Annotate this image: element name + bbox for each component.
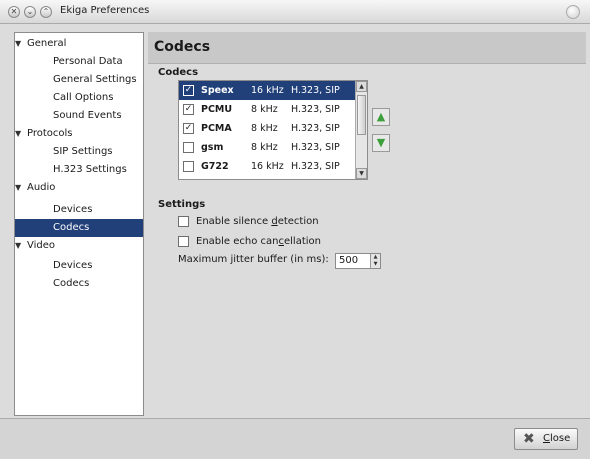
codec-enable-checkbox[interactable]: ✓ [183, 85, 194, 96]
maximize-icon[interactable]: ⌃ [40, 6, 52, 18]
codec-row[interactable]: gsm 8 kHz H.323, SIP [179, 138, 355, 157]
settings-section-title: Settings [158, 199, 206, 210]
tree-item-sound-events[interactable]: Sound Events [15, 107, 143, 125]
tree-item-audio-devices[interactable]: Devices [15, 201, 143, 219]
scrollbar-thumb[interactable] [357, 95, 366, 135]
minimize-icon[interactable]: ⌄ [24, 6, 36, 18]
codec-row[interactable]: G722 16 kHz H.323, SIP [179, 157, 355, 176]
arrow-down-icon: ▼ [376, 136, 386, 149]
codec-row[interactable]: ✓ PCMA 8 kHz H.323, SIP [179, 119, 355, 138]
window-menu-icon[interactable] [566, 5, 580, 19]
scroll-up-icon[interactable]: ▲ [356, 81, 367, 92]
tree-item-general-settings[interactable]: General Settings [15, 71, 143, 89]
tree-item-call-options[interactable]: Call Options [15, 89, 143, 107]
window-title: Ekiga Preferences [60, 5, 150, 16]
tree-item-audio-codecs[interactable]: Codecs [15, 219, 143, 237]
expand-arrow-icon[interactable]: ▼ [15, 35, 21, 53]
arrow-up-icon: ▲ [376, 110, 386, 123]
tree-item-h323-settings[interactable]: H.323 Settings [15, 161, 143, 179]
dialog-footer [0, 418, 590, 459]
tree-category-audio[interactable]: ▼ Audio [15, 179, 55, 197]
tree-item-video-codecs[interactable]: Codecs [15, 275, 143, 293]
jitter-buffer-label: Maximum jitter buffer (in ms): [178, 254, 329, 265]
jitter-buffer-value[interactable]: 500 [339, 255, 358, 266]
expand-arrow-icon[interactable]: ▼ [15, 237, 21, 255]
tree-item-sip-settings[interactable]: SIP Settings [15, 143, 143, 161]
tree-category-video[interactable]: ▼ Video [15, 237, 55, 255]
tree-category-protocols[interactable]: ▼ Protocols [15, 125, 73, 143]
codec-row[interactable]: ✓ Speex 16 kHz H.323, SIP [179, 81, 355, 100]
move-up-button[interactable]: ▲ [372, 108, 390, 126]
move-down-button[interactable]: ▼ [372, 134, 390, 152]
codec-enable-checkbox[interactable] [183, 142, 194, 153]
titlebar: ✕ ⌄ ⌃ Ekiga Preferences [0, 0, 590, 24]
page-header: Codecs [148, 32, 586, 64]
expand-arrow-icon[interactable]: ▼ [15, 179, 21, 197]
codec-list[interactable]: ✓ Speex 16 kHz H.323, SIP ✓ PCMU 8 kHz H… [178, 80, 368, 180]
codec-enable-checkbox[interactable]: ✓ [183, 123, 194, 134]
silence-detection-checkbox[interactable] [178, 216, 189, 227]
close-icon[interactable]: ✕ [8, 6, 20, 18]
close-icon: ✖ [523, 431, 535, 447]
tree-category-general[interactable]: ▼ General [15, 35, 66, 53]
close-button[interactable]: ✖ Close [514, 428, 578, 450]
codec-enable-checkbox[interactable]: ✓ [183, 104, 194, 115]
codec-row[interactable]: ✓ PCMU 8 kHz H.323, SIP [179, 100, 355, 119]
jitter-buffer-spinner[interactable]: 500 ▲ ▼ [335, 253, 381, 269]
scroll-down-icon[interactable]: ▼ [356, 168, 367, 179]
expand-arrow-icon[interactable]: ▼ [15, 125, 21, 143]
spin-arrows-icon[interactable]: ▲ ▼ [370, 254, 380, 268]
echo-cancellation-checkbox[interactable] [178, 236, 189, 247]
codecs-section-title: Codecs [158, 67, 199, 78]
tree-item-personal-data[interactable]: Personal Data [15, 53, 143, 71]
tree-item-video-devices[interactable]: Devices [15, 257, 143, 275]
preferences-tree: ▼ General Personal Data General Settings … [14, 32, 144, 416]
page-title: Codecs [154, 39, 211, 55]
codec-list-scrollbar[interactable]: ▲ ▼ [355, 81, 367, 179]
codec-enable-checkbox[interactable] [183, 161, 194, 172]
